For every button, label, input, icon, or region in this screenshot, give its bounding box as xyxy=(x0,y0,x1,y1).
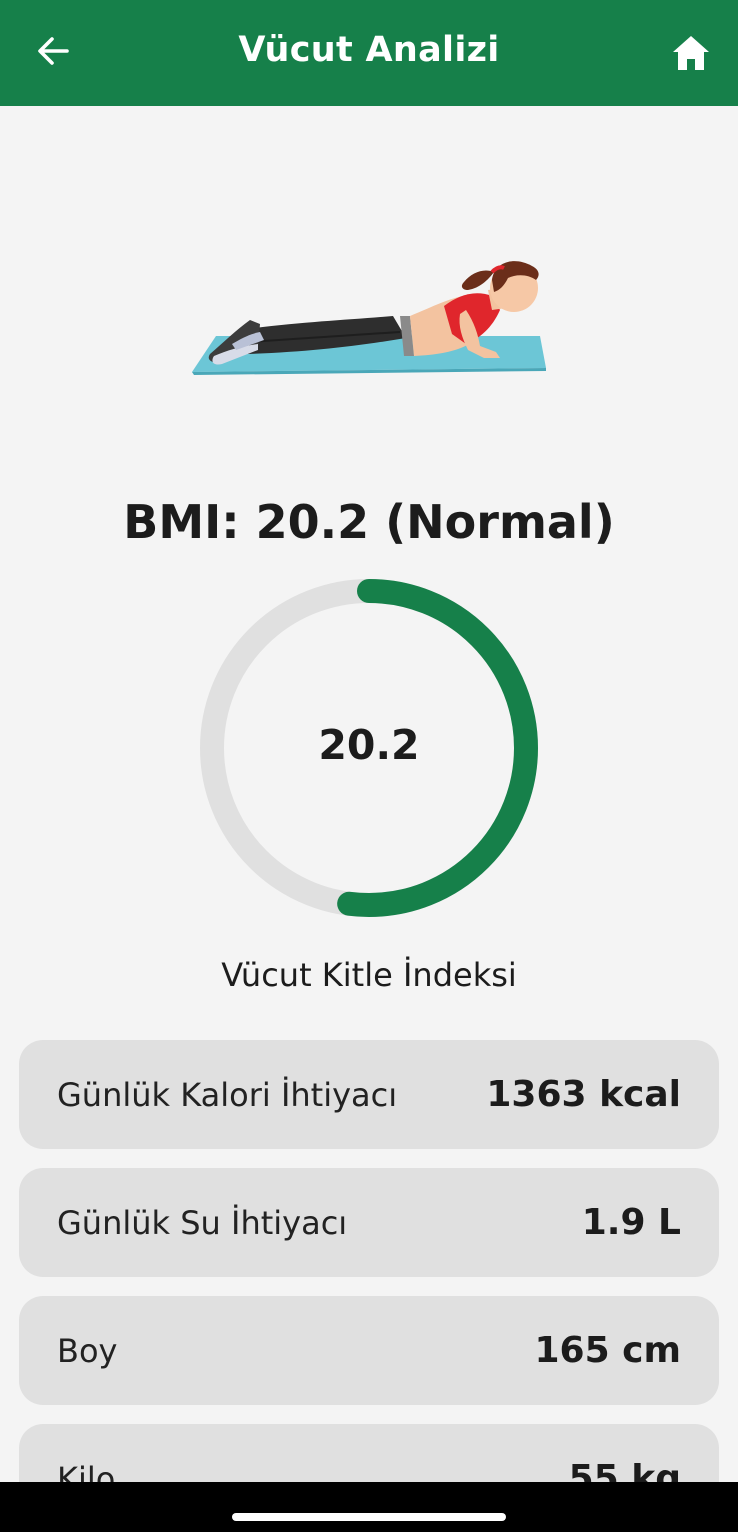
stat-value: 165 cm xyxy=(534,1330,681,1371)
stat-card-height: Boy 165 cm xyxy=(19,1296,719,1405)
stat-card-weight: Kilo 55 kg xyxy=(19,1424,719,1482)
stats-list: Günlük Kalori İhtiyacı 1363 kcal Günlük … xyxy=(0,0,738,1482)
home-indicator[interactable] xyxy=(232,1513,506,1521)
stat-card-water: Günlük Su İhtiyacı 1.9 L xyxy=(19,1168,719,1277)
stat-label: Günlük Kalori İhtiyacı xyxy=(57,1075,398,1114)
stat-value: 55 kg xyxy=(568,1458,681,1482)
stat-label: Günlük Su İhtiyacı xyxy=(57,1203,348,1242)
system-nav-bar xyxy=(0,1482,738,1532)
stat-card-calories: Günlük Kalori İhtiyacı 1363 kcal xyxy=(19,1040,719,1149)
stat-label: Kilo xyxy=(57,1459,116,1483)
stat-value: 1.9 L xyxy=(581,1202,681,1243)
stat-label: Boy xyxy=(57,1331,118,1370)
stat-value: 1363 kcal xyxy=(486,1074,681,1115)
